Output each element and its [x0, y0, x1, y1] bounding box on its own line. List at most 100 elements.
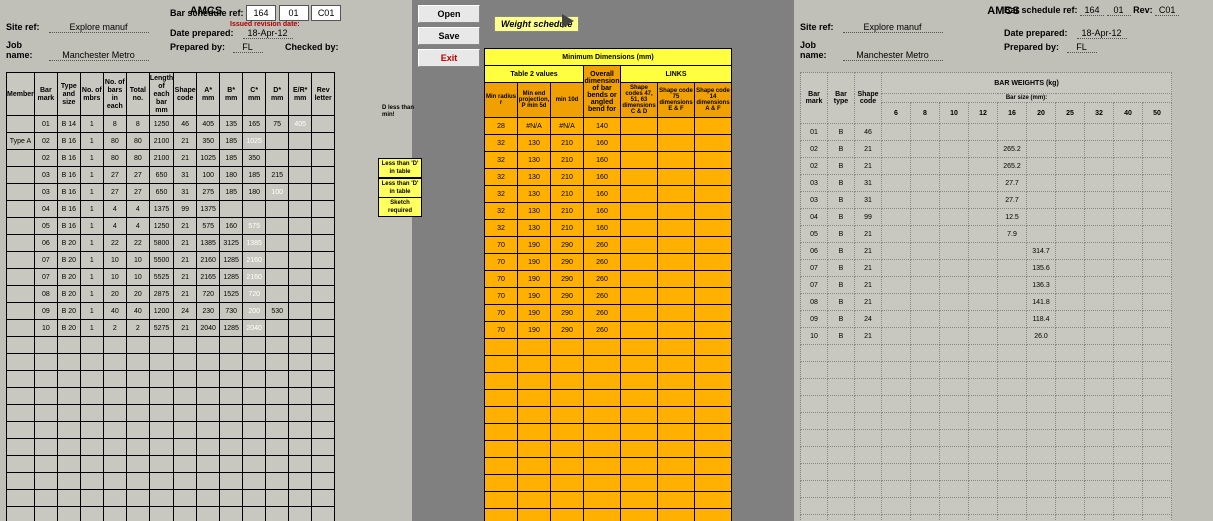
grid-cell[interactable]: 05	[34, 218, 57, 235]
grid-cell[interactable]	[103, 507, 126, 521]
grid-cell[interactable]	[34, 354, 57, 371]
grid-cell[interactable]	[289, 507, 312, 521]
weight-cell[interactable]	[1027, 141, 1056, 158]
grid-cell[interactable]	[57, 371, 80, 388]
grid-cell[interactable]	[312, 269, 335, 286]
grid-cell[interactable]	[126, 507, 149, 521]
grid-cell[interactable]: 350	[197, 133, 220, 150]
grid-cell[interactable]: 100	[197, 167, 220, 184]
schedule-grid[interactable]: MemberBar markType and sizeNo. of mbrsNo…	[6, 72, 335, 521]
weight-cell[interactable]: 24	[855, 311, 882, 328]
weight-cell[interactable]	[882, 243, 911, 260]
weight-cell[interactable]	[1143, 481, 1172, 498]
weight-cell[interactable]	[940, 175, 969, 192]
grid-cell[interactable]	[289, 490, 312, 507]
grid-cell[interactable]: 22	[126, 235, 149, 252]
grid-cell[interactable]: 1025	[197, 150, 220, 167]
grid-cell[interactable]	[243, 473, 266, 490]
grid-cell[interactable]	[266, 150, 289, 167]
grid-cell[interactable]: 1375	[149, 201, 173, 218]
grid-cell[interactable]: 31	[174, 184, 197, 201]
grid-cell[interactable]	[149, 439, 173, 456]
grid-cell[interactable]	[57, 422, 80, 439]
weight-cell[interactable]	[911, 362, 940, 379]
grid-cell[interactable]	[80, 354, 103, 371]
grid-cell[interactable]: 31	[174, 167, 197, 184]
weight-cell[interactable]	[1085, 447, 1114, 464]
weight-cell[interactable]	[969, 379, 998, 396]
grid-cell[interactable]: 4	[126, 218, 149, 235]
grid-cell[interactable]	[312, 507, 335, 521]
weight-cell[interactable]	[882, 209, 911, 226]
weight-cell[interactable]	[1114, 260, 1143, 277]
grid-cell[interactable]	[220, 507, 243, 521]
weight-cell[interactable]	[969, 141, 998, 158]
grid-cell[interactable]: 21	[174, 133, 197, 150]
weight-cell[interactable]	[969, 243, 998, 260]
weight-cell[interactable]	[1056, 464, 1085, 481]
grid-cell[interactable]: 2160	[243, 269, 266, 286]
weight-cell[interactable]	[1114, 141, 1143, 158]
grid-cell[interactable]	[312, 354, 335, 371]
grid-cell[interactable]	[243, 354, 266, 371]
grid-cell[interactable]: 1	[80, 218, 103, 235]
grid-cell[interactable]	[197, 490, 220, 507]
grid-cell[interactable]	[34, 439, 57, 456]
weight-cell[interactable]	[1114, 447, 1143, 464]
grid-cell[interactable]	[289, 456, 312, 473]
grid-cell[interactable]: 80	[126, 133, 149, 150]
weight-cell[interactable]	[940, 396, 969, 413]
grid-cell[interactable]: 2	[126, 320, 149, 337]
grid-cell[interactable]: 80	[103, 150, 126, 167]
weight-cell[interactable]	[1114, 396, 1143, 413]
weight-cell[interactable]	[1085, 328, 1114, 345]
grid-cell[interactable]	[312, 371, 335, 388]
weight-cell[interactable]: 118.4	[1027, 311, 1056, 328]
grid-cell[interactable]: 2040	[243, 320, 266, 337]
grid-cell[interactable]	[220, 473, 243, 490]
grid-cell[interactable]: 21	[174, 218, 197, 235]
grid-cell[interactable]: 10	[34, 320, 57, 337]
weight-cell[interactable]	[1114, 498, 1143, 515]
weight-cell[interactable]: 05	[801, 226, 828, 243]
member-cell[interactable]	[7, 456, 35, 473]
grid-cell[interactable]: B 20	[57, 286, 80, 303]
grid-cell[interactable]	[312, 490, 335, 507]
grid-cell[interactable]	[126, 473, 149, 490]
weight-cell[interactable]	[940, 226, 969, 243]
grid-cell[interactable]	[103, 371, 126, 388]
grid-cell[interactable]: 1	[80, 150, 103, 167]
grid-cell[interactable]: B 16	[57, 218, 80, 235]
weight-cell[interactable]: 265.2	[998, 141, 1027, 158]
weight-cell[interactable]	[1114, 345, 1143, 362]
weight-cell[interactable]	[1085, 396, 1114, 413]
grid-cell[interactable]	[174, 354, 197, 371]
grid-cell[interactable]	[289, 133, 312, 150]
grid-cell[interactable]	[149, 371, 173, 388]
grid-cell[interactable]	[103, 490, 126, 507]
grid-cell[interactable]	[289, 405, 312, 422]
weight-cell[interactable]	[911, 464, 940, 481]
grid-cell[interactable]: 165	[243, 116, 266, 133]
grid-cell[interactable]: 06	[34, 235, 57, 252]
grid-cell[interactable]	[174, 337, 197, 354]
weight-cell[interactable]	[998, 481, 1027, 498]
grid-cell[interactable]: 07	[34, 252, 57, 269]
weight-cell[interactable]	[1114, 481, 1143, 498]
grid-cell[interactable]	[149, 507, 173, 521]
weight-cell[interactable]: 04	[801, 209, 828, 226]
weight-cell[interactable]	[1143, 243, 1172, 260]
grid-cell[interactable]	[197, 405, 220, 422]
grid-cell[interactable]	[312, 303, 335, 320]
weight-cell[interactable]	[1056, 362, 1085, 379]
grid-cell[interactable]: 40	[126, 303, 149, 320]
grid-cell[interactable]	[266, 286, 289, 303]
weight-cell[interactable]	[801, 481, 828, 498]
grid-cell[interactable]: 21	[174, 320, 197, 337]
weight-cell[interactable]: 31	[855, 175, 882, 192]
grid-cell[interactable]: 2100	[149, 133, 173, 150]
grid-cell[interactable]: 1285	[220, 269, 243, 286]
grid-cell[interactable]	[266, 388, 289, 405]
grid-cell[interactable]: 10	[103, 269, 126, 286]
grid-cell[interactable]	[266, 252, 289, 269]
